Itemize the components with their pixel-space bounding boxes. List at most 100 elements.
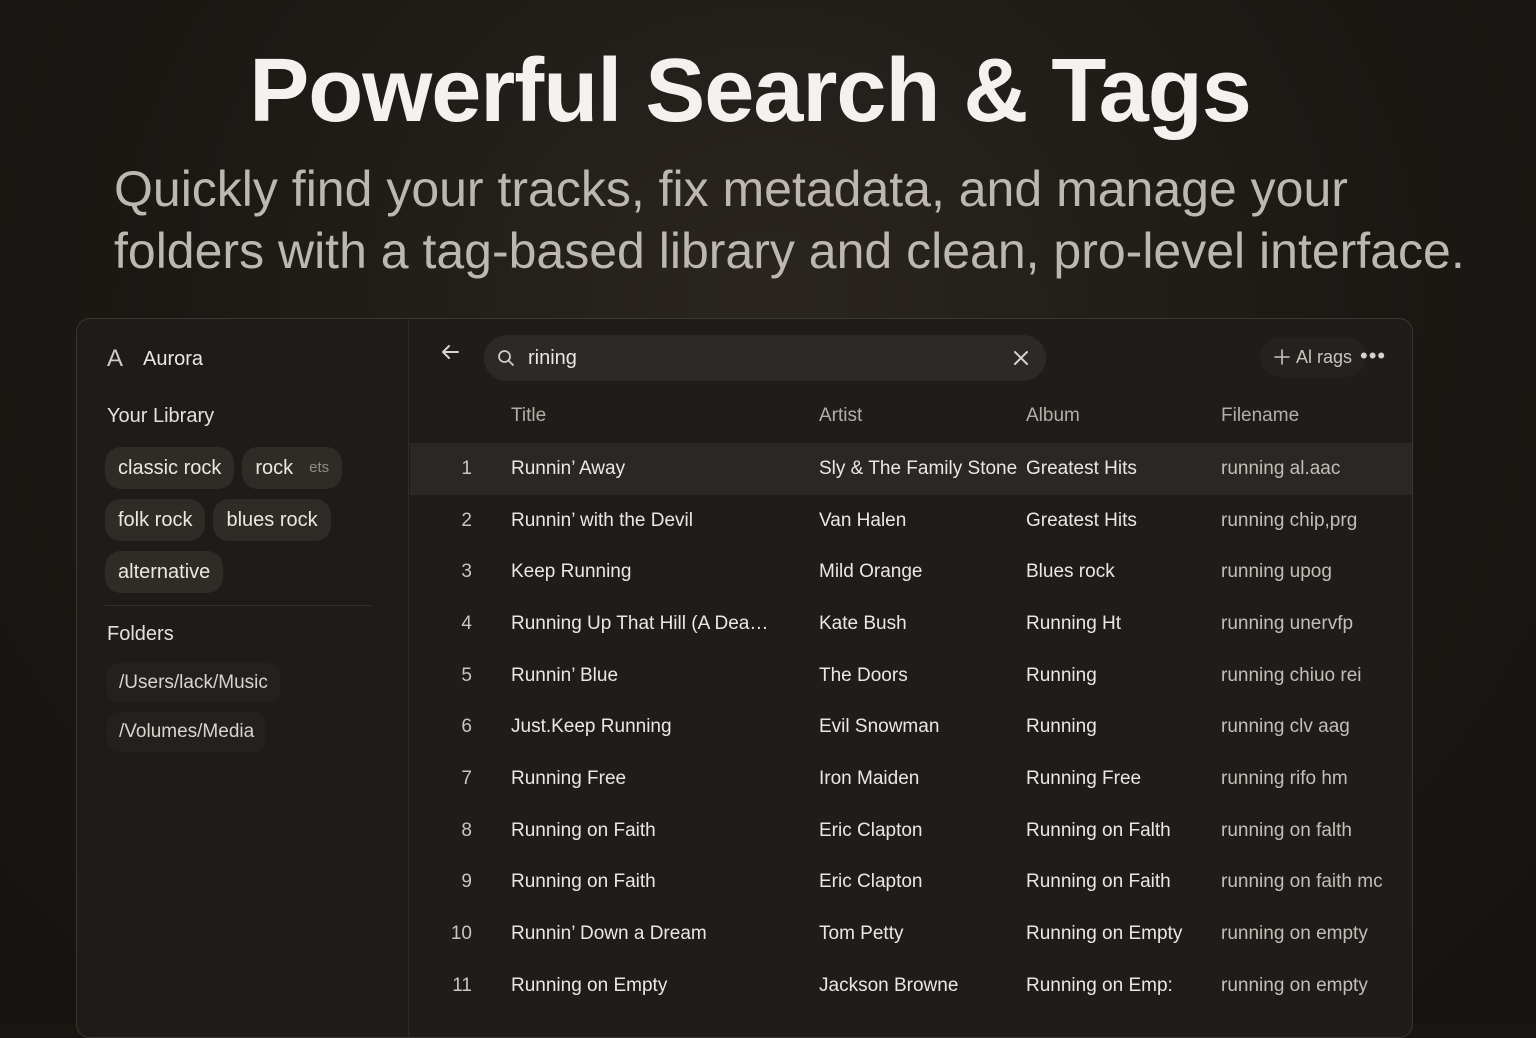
track-filename: running on empty bbox=[1221, 974, 1368, 996]
track-filename: running unervfp bbox=[1221, 612, 1354, 634]
track-number: 7 bbox=[461, 767, 472, 789]
column-header-album[interactable]: Album bbox=[1026, 405, 1080, 427]
track-artist: Mild Orange bbox=[819, 561, 923, 583]
column-header-artist[interactable]: Artist bbox=[819, 405, 862, 427]
more-options-button[interactable]: ••• bbox=[1360, 343, 1386, 369]
add-tags-label: Al rags bbox=[1296, 346, 1353, 367]
track-filename: running on faith mc bbox=[1221, 871, 1383, 893]
track-artist: Iron Maiden bbox=[819, 767, 920, 789]
tag-folk-rock[interactable]: folk rock bbox=[105, 499, 206, 541]
track-album: Running on Faith bbox=[1026, 871, 1171, 893]
track-artist: Van Halen bbox=[819, 509, 907, 531]
add-tags-button[interactable]: Al rags bbox=[1260, 337, 1367, 377]
track-album: Running bbox=[1026, 664, 1097, 686]
track-album: Greatest Hits bbox=[1026, 509, 1137, 531]
track-title: Running on Faith bbox=[511, 871, 656, 893]
track-title: Running Free bbox=[511, 767, 627, 789]
track-album: Running Ht bbox=[1026, 612, 1122, 634]
table-row[interactable]: 5 Runnin’ Blue The Doors Running running chi… bbox=[410, 650, 1412, 702]
track-number: 3 bbox=[461, 561, 472, 583]
track-number: 6 bbox=[461, 716, 472, 738]
track-title: Runnin’ with the Devil bbox=[511, 509, 693, 531]
folders-heading: Folders bbox=[107, 623, 174, 645]
tag-alternative[interactable]: alternative bbox=[105, 551, 224, 593]
search-bar bbox=[484, 335, 1046, 381]
track-album: Running on Emp: bbox=[1026, 974, 1173, 996]
track-artist: Sly & The Family Stone bbox=[819, 457, 1018, 479]
table-header: Title Artist Album Filename bbox=[410, 405, 1412, 435]
track-filename: running al.aac bbox=[1221, 457, 1341, 479]
arrow-left-icon bbox=[442, 345, 459, 359]
tag-rock-label: rock bbox=[255, 457, 294, 479]
brand: A Aurora bbox=[107, 345, 203, 373]
track-filename: running on empty bbox=[1221, 923, 1368, 945]
hero-subtitle-line-2: folders with a tag-based library and cle… bbox=[114, 223, 1465, 279]
hero-subtitle: Quickly find your tracks, fix metadata, … bbox=[114, 158, 1524, 282]
track-filename: running clv aag bbox=[1221, 716, 1350, 738]
table-row[interactable]: 1 Runnin’ Away Sly & The Family Stone Great… bbox=[410, 443, 1412, 495]
search-icon bbox=[484, 349, 528, 367]
track-artist: Tom Petty bbox=[819, 923, 904, 945]
plus-icon bbox=[1274, 349, 1290, 365]
track-number: 2 bbox=[461, 509, 472, 531]
app-name: Aurora bbox=[143, 347, 204, 370]
table-row[interactable]: 11 Running on Empty Jackson Browne Running … bbox=[410, 960, 1412, 1012]
track-title: Runnin’ Down a Dream bbox=[511, 923, 707, 945]
track-album: Running Free bbox=[1026, 767, 1142, 789]
track-album: Running on Falth bbox=[1026, 819, 1171, 841]
track-album: Greatest Hits bbox=[1026, 457, 1137, 479]
track-number: 4 bbox=[461, 612, 472, 634]
track-artist: Kate Bush bbox=[819, 612, 907, 634]
folder-item-music[interactable]: /Users/lack/Music bbox=[107, 663, 280, 703]
track-artist: Eric Clapton bbox=[819, 819, 923, 841]
table-row[interactable]: 10 Runnin’ Down a Dream Tom Petty Running o… bbox=[410, 908, 1412, 960]
track-number: 9 bbox=[461, 871, 472, 893]
table-row[interactable]: 3 Keep Running Mild Orange Blues rock runnin… bbox=[410, 546, 1412, 598]
app-window: A Aurora Your Library classic rock rock … bbox=[76, 318, 1413, 1038]
sidebar-divider bbox=[105, 605, 371, 606]
track-number: 1 bbox=[461, 457, 472, 479]
track-title: Just.Keep Running bbox=[511, 716, 672, 738]
track-number: 5 bbox=[461, 664, 472, 686]
table-row[interactable]: 2 Runnin’ with the Devil Van Halen Greatest… bbox=[410, 495, 1412, 547]
track-title: Running on Faith bbox=[511, 819, 656, 841]
tag-classic-rock[interactable]: classic rock bbox=[105, 447, 235, 489]
track-list: 1 Runnin’ Away Sly & The Family Stone Great… bbox=[410, 443, 1412, 1012]
app-logo-icon: A bbox=[107, 345, 124, 372]
column-header-title[interactable]: Title bbox=[511, 405, 546, 427]
track-artist: Eric Clapton bbox=[819, 871, 923, 893]
table-row[interactable]: 8 Running on Faith Eric Clapton Running on … bbox=[410, 805, 1412, 857]
track-album: Running bbox=[1026, 716, 1097, 738]
track-filename: running upog bbox=[1221, 561, 1332, 583]
track-artist: Evil Snowman bbox=[819, 716, 940, 738]
table-row[interactable]: 9 Running on Faith Eric Clapton Running on … bbox=[410, 857, 1412, 909]
library-heading: Your Library bbox=[107, 405, 215, 427]
track-filename: running chiuo rei bbox=[1221, 664, 1362, 686]
column-header-filename[interactable]: Filename bbox=[1221, 405, 1299, 427]
sidebar: A Aurora Your Library classic rock rock … bbox=[77, 319, 409, 1037]
track-title: Runnin’ Away bbox=[511, 457, 626, 479]
track-number: 8 bbox=[461, 819, 472, 841]
track-filename: running on falth bbox=[1221, 819, 1352, 841]
track-filename: running rifo hm bbox=[1221, 767, 1348, 789]
table-row[interactable]: 4 Running Up That Hill (A Dea… Kate Bush Ru… bbox=[410, 598, 1412, 650]
tag-rock[interactable]: rock ets bbox=[242, 447, 343, 489]
search-input[interactable] bbox=[528, 346, 996, 370]
tag-rock-extra: ets bbox=[309, 459, 330, 476]
track-filename: running chip,prg bbox=[1221, 509, 1358, 531]
tag-list: classic rock rock ets folk rock blues ro… bbox=[105, 447, 395, 603]
table-row[interactable]: 6 Just.Keep Running Evil Snowman Running run… bbox=[410, 701, 1412, 753]
track-number: 10 bbox=[450, 923, 472, 945]
back-button[interactable] bbox=[436, 341, 464, 369]
track-title: Running Up That Hill (A Dea… bbox=[511, 612, 769, 634]
table-row[interactable]: 7 Running Free Iron Maiden Running Free runn… bbox=[410, 753, 1412, 805]
clear-search-button[interactable] bbox=[996, 350, 1046, 366]
tag-blues-rock[interactable]: blues rock bbox=[213, 499, 331, 541]
main-panel: Al rags ••• Title Artist Album Filename … bbox=[410, 319, 1412, 1037]
close-icon bbox=[1014, 351, 1028, 365]
track-album: Running on Empty bbox=[1026, 923, 1183, 945]
track-artist: The Doors bbox=[819, 664, 908, 686]
hero-title: Powerful Search & Tags bbox=[249, 41, 1252, 141]
track-title: Keep Running bbox=[511, 561, 632, 583]
folder-item-media[interactable]: /Volumes/Media bbox=[107, 712, 267, 752]
